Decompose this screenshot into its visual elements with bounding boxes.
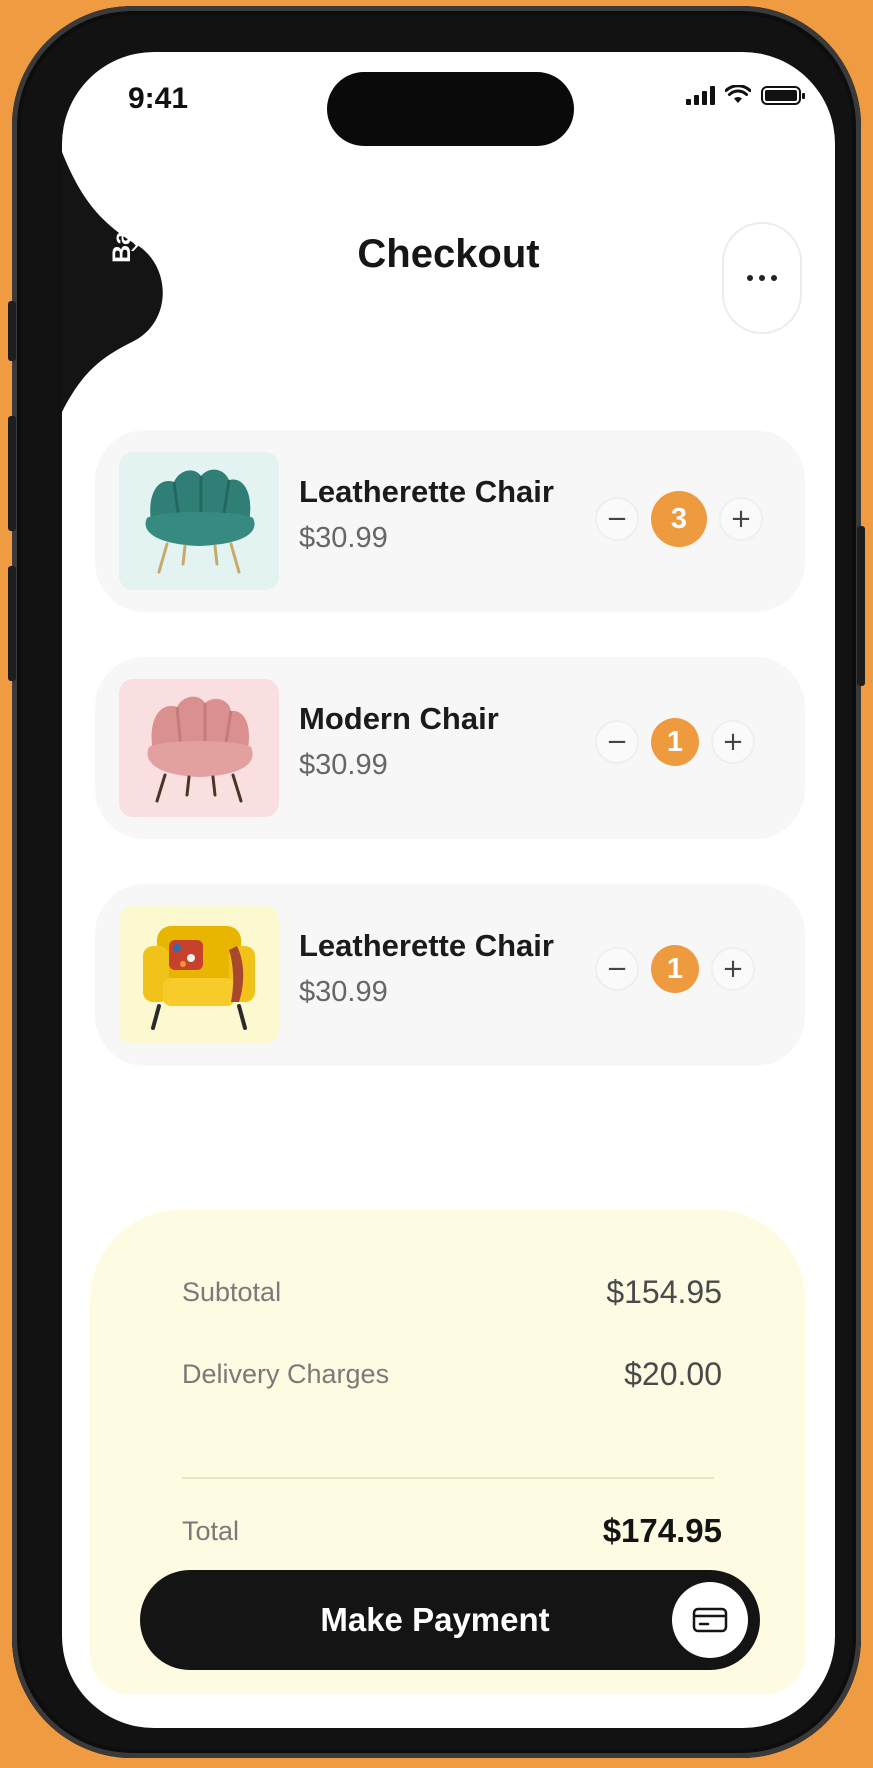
volume-down-button [8,566,16,681]
volume-up-button [8,416,16,531]
total-label: Total [182,1515,240,1546]
status-time: 9:41 [128,82,189,115]
quantity-value: 1 [651,718,699,766]
quantity-value: 1 [651,945,699,993]
quantity-value: 3 [651,491,707,547]
product-image [119,452,279,590]
page-title: Checkout [357,232,540,276]
minus-icon: − [606,954,628,984]
delivery-row: Delivery Charges $20.00 [182,1356,722,1393]
cart-item[interactable]: Modern Chair $30.99 − 1 + [95,657,805,839]
plus-icon: + [722,727,744,757]
total-value: $174.95 [602,1512,722,1549]
minus-icon: − [606,727,628,757]
back-tab-shape [62,152,163,412]
battery-icon [761,85,805,105]
card-icon-circle [672,1582,748,1658]
cart-item[interactable]: Leatherette Chair $30.99 − 1 + [95,884,805,1066]
more-horizontal-icon [747,275,777,281]
more-options-button[interactable] [722,222,802,334]
subtotal-row: Subtotal $154.95 [182,1274,722,1311]
credit-card-icon [692,1607,728,1633]
plus-icon: + [722,954,744,984]
signal-icon [686,85,715,105]
total-row: Total $174.95 [182,1512,722,1550]
teal-chair-image [145,469,255,574]
decrement-button[interactable]: − [595,947,639,991]
quantity-stepper: − 3 + [595,491,763,547]
make-payment-button[interactable]: Make Payment [140,1570,760,1670]
cart-item[interactable]: Leatherette Chair $30.99 − 3 + [95,430,805,612]
make-payment-label: Make Payment [320,1601,550,1638]
product-price: $30.99 [299,976,388,1008]
decrement-button[interactable]: − [595,497,639,541]
decrement-button[interactable]: − [595,720,639,764]
delivery-value: $20.00 [624,1356,722,1392]
quantity-stepper: − 1 + [595,718,755,766]
increment-button[interactable]: + [711,720,755,764]
delivery-label: Delivery Charges [182,1359,390,1389]
status-icons [686,85,805,105]
increment-button[interactable]: + [719,497,763,541]
product-name: Leatherette Chair [299,474,554,509]
yellow-chair-image [143,926,255,1030]
subtotal-value: $154.95 [606,1274,722,1310]
product-name: Leatherette Chair [299,928,554,963]
wifi-icon [725,85,751,103]
product-price: $30.99 [299,749,388,781]
mute-switch [8,301,16,361]
product-name: Modern Chair [299,701,499,736]
plus-icon: + [730,504,752,534]
minus-icon: − [606,504,628,534]
pink-chair-image [147,696,253,803]
cart-list: Leatherette Chair $30.99 − 3 + Modern Ch… [95,430,805,1111]
product-image [119,679,279,817]
app-screen: 9:41 Back › Checkout Leatherette Chair $… [62,52,835,1728]
power-button [857,526,865,686]
product-image [119,906,279,1044]
product-price: $30.99 [299,522,388,554]
dynamic-island [327,72,574,146]
phone-frame: 9:41 Back › Checkout Leatherette Chair $… [8,6,865,1758]
quantity-stepper: − 1 + [595,945,755,993]
increment-button[interactable]: + [711,947,755,991]
subtotal-label: Subtotal [182,1277,282,1307]
summary-divider [182,1477,714,1479]
